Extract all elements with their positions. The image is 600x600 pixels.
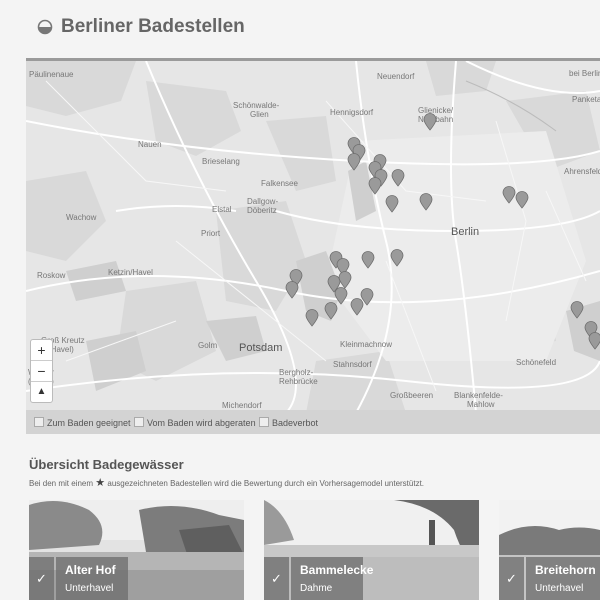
check-icon: ✓ xyxy=(271,571,282,586)
place-label: Kleinmachnow xyxy=(340,340,393,349)
map-pin-icon[interactable] xyxy=(502,186,516,204)
check-badge: ✓ xyxy=(264,557,289,600)
place-label: Panketal xyxy=(572,95,600,104)
legend-item-prohibited[interactable]: Badeverbot xyxy=(259,417,318,428)
map-pin-icon[interactable] xyxy=(390,249,404,267)
reset-north-button[interactable]: ▲ xyxy=(31,382,52,402)
place-label: Priort xyxy=(201,229,221,238)
legend-label: Vom Baden wird abgeraten xyxy=(147,418,256,428)
card-region: Unterhavel xyxy=(65,583,114,594)
place-label: Hennigsdorf xyxy=(330,108,374,117)
check-icon: ✓ xyxy=(506,571,517,586)
place-label: Glien xyxy=(250,110,269,119)
map-base-layer xyxy=(26,61,600,413)
card-name: Breitehorn xyxy=(535,563,596,577)
map-pin-icon[interactable] xyxy=(423,113,437,131)
checkbox-icon xyxy=(134,417,144,427)
map-pin-icon[interactable] xyxy=(385,195,399,213)
zoom-in-button[interactable]: + xyxy=(31,340,52,361)
place-label: Nauen xyxy=(138,140,162,149)
check-badge: ✓ xyxy=(29,557,54,600)
page-title: Berliner Badestellen xyxy=(61,16,245,37)
checkbox-icon xyxy=(259,417,269,427)
zoom-control: + − ▲ xyxy=(30,339,53,403)
zoom-out-button[interactable]: − xyxy=(31,361,52,382)
bathing-spot-card[interactable]: ✓ Breitehorn Unterhavel xyxy=(499,500,600,600)
map-pin-icon[interactable] xyxy=(285,281,299,299)
bathing-spot-card[interactable]: ✓ Bammelecke Dahme xyxy=(264,500,479,600)
check-badge: ✓ xyxy=(499,557,524,600)
bathing-spot-card[interactable]: ✓ Alter Hof Unterhavel xyxy=(29,500,244,600)
place-label: Roskow xyxy=(37,271,66,280)
place-label: Döberitz xyxy=(247,206,277,215)
half-circle-logo-icon xyxy=(37,19,53,35)
place-label: Rehbrücke xyxy=(279,377,318,386)
map-pin-icon[interactable] xyxy=(350,298,364,316)
map-pin-icon[interactable] xyxy=(347,153,361,171)
map-pin-icon[interactable] xyxy=(419,193,433,211)
place-label: Großbeeren xyxy=(390,391,434,400)
legend-label: Zum Baden geeignet xyxy=(47,418,131,428)
checkbox-icon xyxy=(34,417,44,427)
place-label: Neuendorf xyxy=(377,72,415,81)
legend-item-discouraged[interactable]: Vom Baden wird abgeraten xyxy=(134,417,256,428)
map-pin-icon[interactable] xyxy=(305,309,319,327)
place-label: Ketzin/Havel xyxy=(108,268,153,277)
map-legend: Zum Baden geeignet Vom Baden wird abgera… xyxy=(26,410,600,434)
card-label: Alter Hof Unterhavel xyxy=(56,557,128,600)
card-name: Bammelecke xyxy=(300,563,374,577)
subtitle-suffix: ausgezeichneten Badestellen wird die Bew… xyxy=(107,479,425,488)
place-label: Michendorf xyxy=(222,401,262,410)
star-icon: ★ xyxy=(95,477,106,489)
legend-item-suitable[interactable]: Zum Baden geeignet xyxy=(34,417,131,428)
card-label: Bammelecke Dahme xyxy=(291,557,373,600)
place-label: Potsdam xyxy=(239,342,283,354)
card-region: Unterhavel xyxy=(535,583,584,594)
legend-label: Badeverbot xyxy=(272,418,319,428)
place-label: Schönefeld xyxy=(516,358,557,367)
map-pin-icon[interactable] xyxy=(361,251,375,269)
card-label: Breitehorn Unterhavel xyxy=(526,557,600,600)
card-name: Alter Hof xyxy=(65,563,116,577)
place-label: Golm xyxy=(198,341,218,350)
place-label: Elstal xyxy=(212,205,232,214)
place-label: Dallgow- xyxy=(247,197,279,206)
map-pin-icon[interactable] xyxy=(588,332,600,350)
card-region: Dahme xyxy=(300,583,333,594)
place-label: Wachow xyxy=(66,213,97,222)
map-pin-icon[interactable] xyxy=(570,301,584,319)
header: Berliner Badestellen xyxy=(0,0,600,58)
place-label: Blankenfelde- xyxy=(454,391,503,400)
place-label: Schönwalde- xyxy=(233,101,280,110)
place-label: Mahlow xyxy=(467,400,495,409)
map-pin-icon[interactable] xyxy=(391,169,405,187)
place-label: bei Berlin xyxy=(569,69,600,78)
map-pin-icon[interactable] xyxy=(324,302,338,320)
overview-title: Übersicht Badegewässer xyxy=(29,457,184,472)
place-label: Päulinenaue xyxy=(29,70,74,79)
check-icon: ✓ xyxy=(36,571,47,586)
place-label: Falkensee xyxy=(261,179,298,188)
overview-subtitle: Bei den mit einem ★ ausgezeichneten Bade… xyxy=(29,476,424,489)
place-label: Ahrensfelde xyxy=(564,167,600,176)
place-label: Bergholz- xyxy=(279,368,314,377)
place-label: Brieselang xyxy=(202,157,240,166)
map-pin-icon[interactable] xyxy=(368,177,382,195)
subtitle-prefix: Bei den mit einem xyxy=(29,479,94,488)
place-label: Berlin xyxy=(451,226,480,238)
place-label: Stahnsdorf xyxy=(333,360,372,369)
map[interactable]: Päulinenaue Schönwalde- Glien Neuendorf Henn… xyxy=(26,58,600,413)
map-pin-icon[interactable] xyxy=(515,191,529,209)
